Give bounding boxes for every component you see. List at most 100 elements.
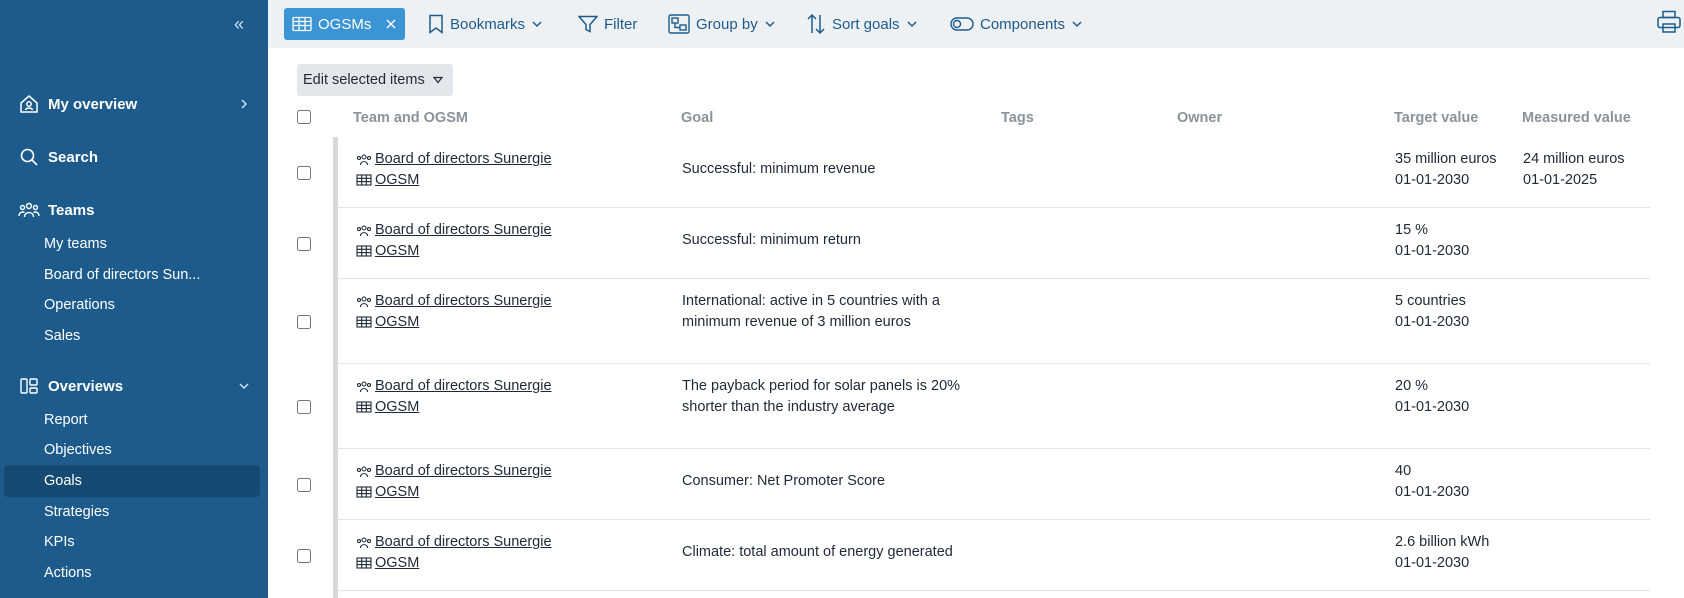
column-header-measured-value[interactable]: Measured value <box>1522 110 1631 126</box>
sidebar-item-sales[interactable]: Sales <box>44 324 80 348</box>
nav-search[interactable]: Search <box>18 143 254 171</box>
nav-teams-label: Teams <box>48 201 95 219</box>
column-header-goal[interactable]: Goal <box>681 110 713 126</box>
bookmarks-label: Bookmarks <box>450 15 526 33</box>
sidebar-item-my-teams[interactable]: My teams <box>44 232 107 256</box>
team-icon <box>356 465 372 479</box>
goal-cell[interactable]: Consumer: Net Promoter Score <box>682 471 982 492</box>
row-checkbox[interactable] <box>297 478 311 492</box>
nav-my-overview-label: My overview <box>48 95 138 113</box>
toggle-icon <box>950 17 974 31</box>
ogsms-chip-label: OGSMs <box>318 15 372 33</box>
overview-icon <box>18 375 40 397</box>
table-icon <box>356 556 372 571</box>
row-checkbox[interactable] <box>297 315 311 329</box>
goal-cell[interactable]: Successful: minimum revenue <box>682 159 982 180</box>
select-all-checkbox[interactable] <box>297 110 311 124</box>
group-by-label: Group by <box>696 15 758 33</box>
sidebar-item-report[interactable]: Report <box>44 408 88 432</box>
measured-value-cell: 24 million euros 01-01-2025 <box>1523 151 1625 188</box>
sidebar-item-goals[interactable]: Goals <box>4 465 260 497</box>
sidebar-item-actions[interactable]: Actions <box>44 561 92 585</box>
sidebar-item-operations[interactable]: Operations <box>44 293 115 317</box>
sidebar-item-board-of-directors[interactable]: Board of directors Sun... <box>44 263 200 287</box>
team-link[interactable]: Board of directors Sunergie <box>356 461 552 482</box>
target-value-cell: 15 % 01-01-2030 <box>1395 222 1470 259</box>
bookmark-icon <box>428 14 444 34</box>
home-person-icon <box>18 93 40 115</box>
chevron-down-icon <box>531 18 543 30</box>
chevron-down-icon <box>234 376 254 396</box>
chevron-down-icon <box>1071 18 1083 30</box>
table-row[interactable]: Board of directors Sunergie OGSM Climate… <box>338 520 1650 591</box>
goal-cell[interactable]: The payback period for solar panels is 2… <box>682 376 982 418</box>
team-link[interactable]: Board of directors Sunergie <box>356 532 552 553</box>
components-button[interactable]: Components <box>950 8 1083 40</box>
print-icon <box>1656 10 1682 39</box>
column-header-tags[interactable]: Tags <box>1001 110 1034 126</box>
sidebar-item-strategies[interactable]: Strategies <box>44 500 109 524</box>
nav-overviews[interactable]: Overviews <box>18 372 254 400</box>
table-row[interactable]: Board of directors Sunergie OGSM Success… <box>338 208 1650 279</box>
table-icon <box>356 173 372 188</box>
row-checkbox[interactable] <box>297 237 311 251</box>
ogsm-link[interactable]: OGSM <box>356 241 552 262</box>
ogsms-chip[interactable]: OGSMs <box>284 8 406 40</box>
filter-label: Filter <box>604 15 638 33</box>
table-icon <box>292 16 312 32</box>
ogsm-link[interactable]: OGSM <box>356 312 552 333</box>
row-checkbox-wrap <box>297 478 311 497</box>
sort-goals-label: Sort goals <box>832 15 900 33</box>
print-button[interactable] <box>1654 10 1684 38</box>
column-header-owner[interactable]: Owner <box>1177 110 1222 126</box>
row-checkbox[interactable] <box>297 400 311 414</box>
goal-cell[interactable]: Climate: total amount of energy generate… <box>682 542 982 563</box>
nav-search-label: Search <box>48 148 99 166</box>
row-checkbox-wrap <box>297 166 311 185</box>
table-row[interactable]: Board of directors Sunergie OGSM The pay… <box>338 364 1650 449</box>
group-by-button[interactable]: Group by <box>668 8 776 40</box>
ogsm-link[interactable]: OGSM <box>356 482 552 503</box>
row-checkbox[interactable] <box>297 549 311 563</box>
components-label: Components <box>980 15 1066 33</box>
team-link[interactable]: Board of directors Sunergie <box>356 149 552 170</box>
table-row[interactable]: Board of directors Sunergie OGSM Success… <box>338 137 1650 208</box>
row-checkbox-wrap <box>297 400 311 419</box>
table-row[interactable]: Board of directors Sunergie OGSM Interna… <box>338 279 1650 364</box>
sidebar-item-objectives[interactable]: Objectives <box>44 438 112 462</box>
nav-overviews-label: Overviews <box>48 377 124 395</box>
sidebar-item-kpis[interactable]: KPIs <box>44 530 75 554</box>
close-icon[interactable] <box>385 18 397 30</box>
team-icon <box>356 295 372 309</box>
chevron-right-icon <box>234 94 254 114</box>
ogsm-link[interactable]: OGSM <box>356 170 552 191</box>
edit-selected-items-label: Edit selected items <box>303 72 425 88</box>
column-header-team[interactable]: Team and OGSM <box>353 110 468 126</box>
sort-goals-button[interactable]: Sort goals <box>806 8 918 40</box>
row-checkbox-wrap <box>297 237 311 256</box>
double-chevron-left-icon: « <box>233 14 244 34</box>
team-link[interactable]: Board of directors Sunergie <box>356 220 552 241</box>
ogsm-link[interactable]: OGSM <box>356 553 552 574</box>
ogsm-link[interactable]: OGSM <box>356 397 552 418</box>
row-checkbox[interactable] <box>297 166 311 180</box>
team-icon <box>356 153 372 167</box>
filter-button[interactable]: Filter <box>578 8 637 40</box>
sort-icon <box>806 13 826 35</box>
team-link[interactable]: Board of directors Sunergie <box>356 291 552 312</box>
nav-my-overview[interactable]: My overview <box>18 90 254 118</box>
goal-cell[interactable]: Successful: minimum return <box>682 230 982 251</box>
sidebar: « My overview Search Teams My teams Boar… <box>0 0 268 598</box>
nav-teams[interactable]: Teams <box>18 196 254 224</box>
collapse-sidebar-button[interactable]: « <box>228 14 250 34</box>
column-header-target-value[interactable]: Target value <box>1394 110 1478 126</box>
bookmarks-button[interactable]: Bookmarks <box>428 8 543 40</box>
team-link[interactable]: Board of directors Sunergie <box>356 376 552 397</box>
goal-cell[interactable]: International: active in 5 countries wit… <box>682 291 982 333</box>
edit-selected-items-button[interactable]: Edit selected items <box>297 64 453 96</box>
table-icon <box>356 244 372 259</box>
table-row[interactable]: Board of directors Sunergie OGSM Consume… <box>338 449 1650 520</box>
team-icon <box>356 380 372 394</box>
filter-icon <box>578 15 598 33</box>
table-icon <box>356 315 372 330</box>
